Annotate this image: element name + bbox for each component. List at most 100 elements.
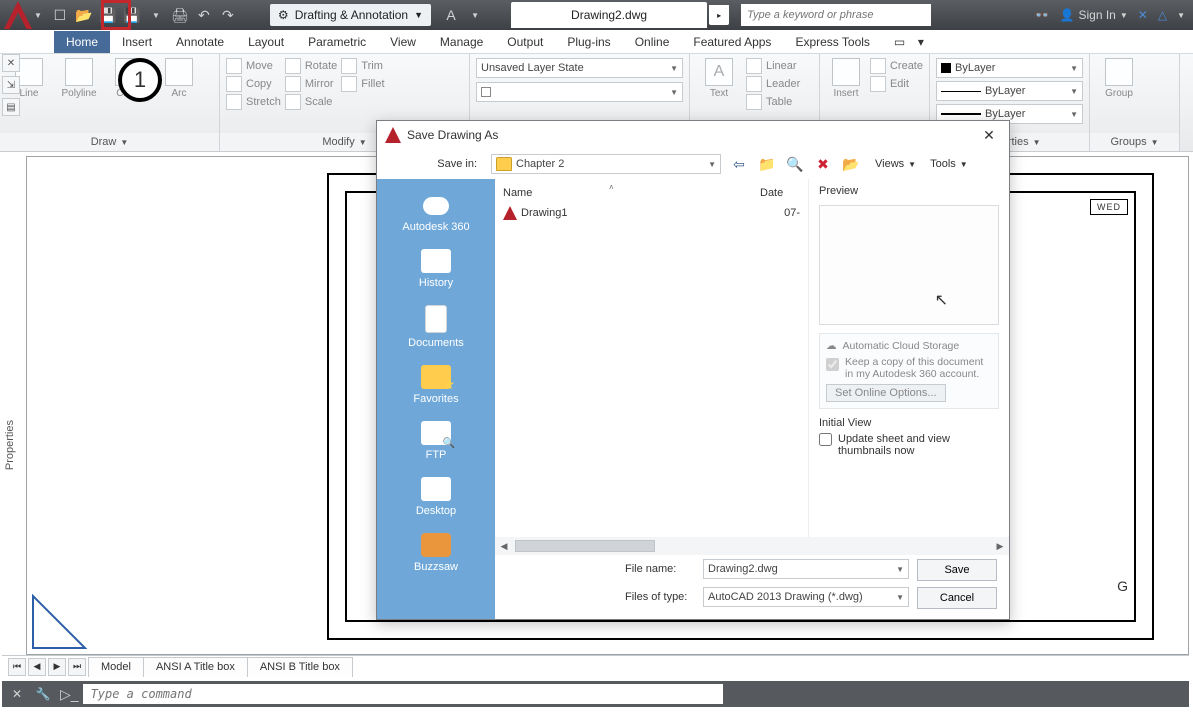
scale-button[interactable]: Scale — [285, 94, 337, 110]
file-list-header[interactable]: Name ˄ Date — [503, 183, 800, 204]
cancel-button[interactable]: Cancel — [917, 587, 997, 609]
app-logo-icon[interactable] — [4, 1, 32, 29]
layout-tab-model[interactable]: Model — [88, 657, 144, 677]
set-online-options-button[interactable]: Set Online Options... — [826, 384, 946, 402]
delete-icon[interactable]: ✖ — [813, 154, 833, 174]
polyline-button[interactable]: Polyline — [56, 58, 102, 99]
qat-a-dd-icon[interactable]: ▼ — [465, 5, 485, 25]
exchange-x-icon[interactable]: ✕ — [1138, 8, 1148, 22]
tools-menu[interactable]: Tools▼ — [930, 158, 968, 170]
tab-parametric[interactable]: Parametric — [296, 31, 378, 53]
text-button[interactable]: AText — [696, 58, 742, 99]
tab-layout[interactable]: Layout — [236, 31, 296, 53]
infocenter-search[interactable] — [741, 4, 931, 26]
scroll-thumb[interactable] — [515, 540, 655, 552]
search-web-icon[interactable]: 🔍 — [785, 154, 805, 174]
file-list-hscroll[interactable]: ◀ ▶ — [495, 537, 1009, 555]
stretch-button[interactable]: Stretch — [226, 94, 281, 110]
qat-redo-icon[interactable]: ↷ — [218, 5, 238, 25]
place-history[interactable]: History — [419, 245, 453, 293]
views-menu[interactable]: Views▼ — [875, 158, 916, 170]
ribbon-minimize-icon[interactable]: ▾ — [906, 31, 930, 53]
layout-tab-2[interactable]: ANSI B Title box — [247, 657, 353, 677]
qat-a-icon[interactable]: A — [441, 5, 461, 25]
cloud-keep-checkbox[interactable] — [826, 358, 839, 371]
qat-new-icon[interactable]: ☐ — [50, 5, 70, 25]
tab-nav-next-icon[interactable]: ▶ — [48, 658, 66, 676]
save-in-combo[interactable]: Chapter 2 ▼ — [491, 154, 721, 174]
linetype-combo[interactable]: ByLayer▼ — [936, 81, 1083, 101]
tab-addin-icon[interactable]: ▭ — [882, 31, 906, 53]
qat-open-icon[interactable]: 📂 — [74, 5, 94, 25]
tab-express[interactable]: Express Tools — [783, 31, 881, 53]
tab-plugins[interactable]: Plug-ins — [555, 31, 622, 53]
place-buzzsaw[interactable]: Buzzsaw — [414, 529, 458, 577]
file-list[interactable]: Name ˄ Date Drawing1 07- — [495, 179, 809, 537]
place-ftp[interactable]: FTP — [421, 417, 451, 465]
table-button[interactable]: Table — [746, 94, 800, 110]
copy-button[interactable]: Copy — [226, 76, 281, 92]
filetype-combo[interactable]: AutoCAD 2013 Drawing (*.dwg)▼ — [703, 587, 909, 607]
command-input[interactable] — [83, 684, 723, 704]
palette-pin-icon[interactable]: ⇲ — [2, 76, 20, 94]
column-date[interactable]: Date — [760, 187, 800, 199]
cmd-close-icon[interactable]: ✕ — [8, 685, 26, 703]
filename-combo[interactable]: Drawing2.dwg▼ — [703, 559, 909, 579]
save-button[interactable]: Save — [917, 559, 997, 581]
palette-menu-icon[interactable]: ▤ — [2, 98, 20, 116]
file-row[interactable]: Drawing1 07- — [503, 204, 800, 222]
cmd-wrench-icon[interactable]: 🔧 — [34, 685, 52, 703]
mirror-button[interactable]: Mirror — [285, 76, 337, 92]
place-documents[interactable]: Documents — [408, 301, 464, 353]
layout-tab-1[interactable]: ANSI A Title box — [143, 657, 248, 677]
rotate-button[interactable]: Rotate — [285, 58, 337, 74]
tab-output[interactable]: Output — [495, 31, 555, 53]
place-autodesk360[interactable]: Autodesk 360 — [402, 189, 469, 237]
place-desktop[interactable]: Desktop — [416, 473, 456, 521]
exchange-a-icon[interactable]: △ — [1158, 8, 1167, 22]
help-dd-icon[interactable]: ▼ — [1177, 11, 1185, 20]
tab-nav-prev-icon[interactable]: ◀ — [28, 658, 46, 676]
color-combo[interactable]: ByLayer▼ — [936, 58, 1083, 78]
group-button[interactable]: Group — [1096, 58, 1142, 99]
tab-insert[interactable]: Insert — [110, 31, 164, 53]
tab-view[interactable]: View — [378, 31, 428, 53]
back-icon[interactable]: ⇦ — [729, 154, 749, 174]
palette-close-icon[interactable]: ✕ — [2, 54, 20, 72]
tab-online[interactable]: Online — [623, 31, 682, 53]
fillet-button[interactable]: Fillet — [341, 76, 384, 92]
edit-button[interactable]: Edit — [870, 76, 923, 92]
tab-manage[interactable]: Manage — [428, 31, 495, 53]
place-favorites[interactable]: Favorites — [413, 361, 458, 409]
new-folder-icon[interactable]: 📂 — [841, 154, 861, 174]
doc-tab-dd-icon[interactable]: ▸ — [709, 5, 729, 25]
tab-annotate[interactable]: Annotate — [164, 31, 236, 53]
app-menu-dropdown-icon[interactable]: ▼ — [34, 11, 42, 20]
leader-button[interactable]: Leader — [746, 76, 800, 92]
create-button[interactable]: Create — [870, 58, 923, 74]
move-button[interactable]: Move — [226, 58, 281, 74]
arc-button[interactable]: Arc — [156, 58, 202, 99]
tab-home[interactable]: Home — [54, 31, 110, 53]
linear-button[interactable]: Linear — [746, 58, 800, 74]
qat-dd-icon[interactable]: ▼ — [146, 5, 166, 25]
properties-palette-label[interactable]: Properties — [4, 420, 20, 470]
tab-nav-last-icon[interactable]: ⏭ — [68, 658, 86, 676]
update-thumbs-checkbox[interactable] — [819, 433, 832, 446]
workspace-switcher[interactable]: ⚙ Drafting & Annotation ▼ — [270, 4, 431, 26]
infocenter-binoculars-icon[interactable]: 👓 — [1035, 8, 1050, 22]
sign-in-button[interactable]: 👤 Sign In ▼ — [1060, 8, 1128, 22]
dialog-close-button[interactable]: ✕ — [977, 123, 1001, 147]
scroll-right-icon[interactable]: ▶ — [993, 541, 1007, 552]
scroll-left-icon[interactable]: ◀ — [497, 541, 511, 552]
tab-featured[interactable]: Featured Apps — [681, 31, 783, 53]
trim-button[interactable]: Trim — [341, 58, 384, 74]
search-input[interactable] — [741, 4, 931, 26]
document-tab[interactable]: Drawing2.dwg — [511, 2, 707, 28]
layer-combo[interactable]: ▼ — [476, 82, 683, 102]
up-folder-icon[interactable]: 📁 — [757, 154, 777, 174]
tab-nav-first-icon[interactable]: ⏮ — [8, 658, 26, 676]
insert-button[interactable]: Insert — [826, 58, 866, 99]
column-name[interactable]: Name — [503, 187, 760, 199]
qat-plot-icon[interactable]: 🖨 — [170, 5, 190, 25]
